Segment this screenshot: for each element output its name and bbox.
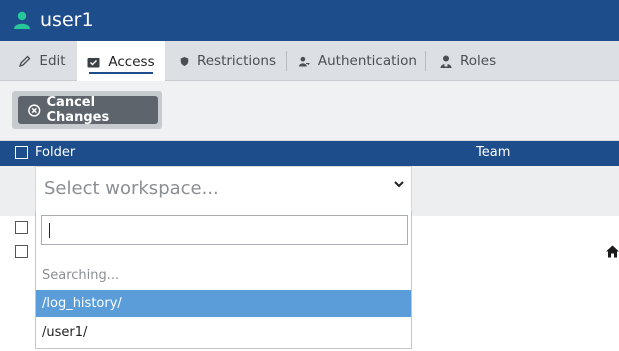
- tab-roles[interactable]: Roles: [440, 41, 500, 81]
- workspace-search-input[interactable]: [41, 215, 408, 245]
- title-bar: user1: [0, 0, 619, 41]
- person-badge-icon: [440, 55, 452, 68]
- tab-restrictions-label: Restrictions: [196, 53, 276, 69]
- inbox-check-icon: [87, 57, 100, 67]
- workspace-select[interactable]: Select workspace...: [35, 166, 412, 211]
- tab-authentication[interactable]: Authentication: [299, 41, 417, 81]
- row-checkbox[interactable]: [15, 245, 28, 258]
- tab-authentication-label: Authentication: [317, 53, 417, 69]
- workspace-dropdown: Searching... /log_history/ /user1/: [35, 211, 412, 349]
- column-team: Team: [476, 145, 511, 160]
- user-key-icon: [299, 56, 310, 67]
- tab-restrictions[interactable]: Restrictions: [180, 41, 276, 81]
- shield-icon: [180, 56, 189, 66]
- page-title: user1: [40, 9, 94, 31]
- column-folder: Folder: [35, 145, 76, 160]
- tab-access-label: Access: [108, 53, 155, 70]
- select-all-checkbox[interactable]: [15, 146, 28, 159]
- row-checkbox[interactable]: [15, 221, 28, 234]
- tab-roles-label: Roles: [460, 53, 497, 69]
- tab-edit[interactable]: Edit: [6, 41, 78, 81]
- tab-edit-label: Edit: [39, 53, 66, 69]
- button-group: Cancel Changes: [12, 91, 162, 129]
- tab-bar: Edit Access Restrictions Authentication …: [0, 41, 619, 82]
- tab-access[interactable]: Access: [77, 41, 165, 82]
- user-icon: [14, 11, 30, 29]
- action-toolbar: Cancel Changes: [0, 81, 619, 141]
- active-tab-indicator: [89, 72, 153, 74]
- tab-divider: [425, 51, 426, 71]
- pencil-icon: [19, 55, 31, 67]
- cancel-changes-label: Cancel Changes: [46, 95, 110, 125]
- searching-status: Searching...: [42, 268, 120, 283]
- home-icon[interactable]: [606, 245, 619, 258]
- cancel-changes-button[interactable]: Cancel Changes: [18, 95, 158, 125]
- chevron-down-icon[interactable]: [394, 181, 404, 188]
- workspace-option[interactable]: /log_history/: [36, 290, 411, 317]
- workspace-option[interactable]: /user1/: [36, 319, 411, 346]
- workspace-select-placeholder: Select workspace...: [44, 178, 219, 199]
- tab-divider: [286, 51, 287, 71]
- text-caret: [49, 223, 50, 238]
- circle-x-icon: [28, 103, 41, 117]
- table-header: Folder Team: [0, 141, 619, 166]
